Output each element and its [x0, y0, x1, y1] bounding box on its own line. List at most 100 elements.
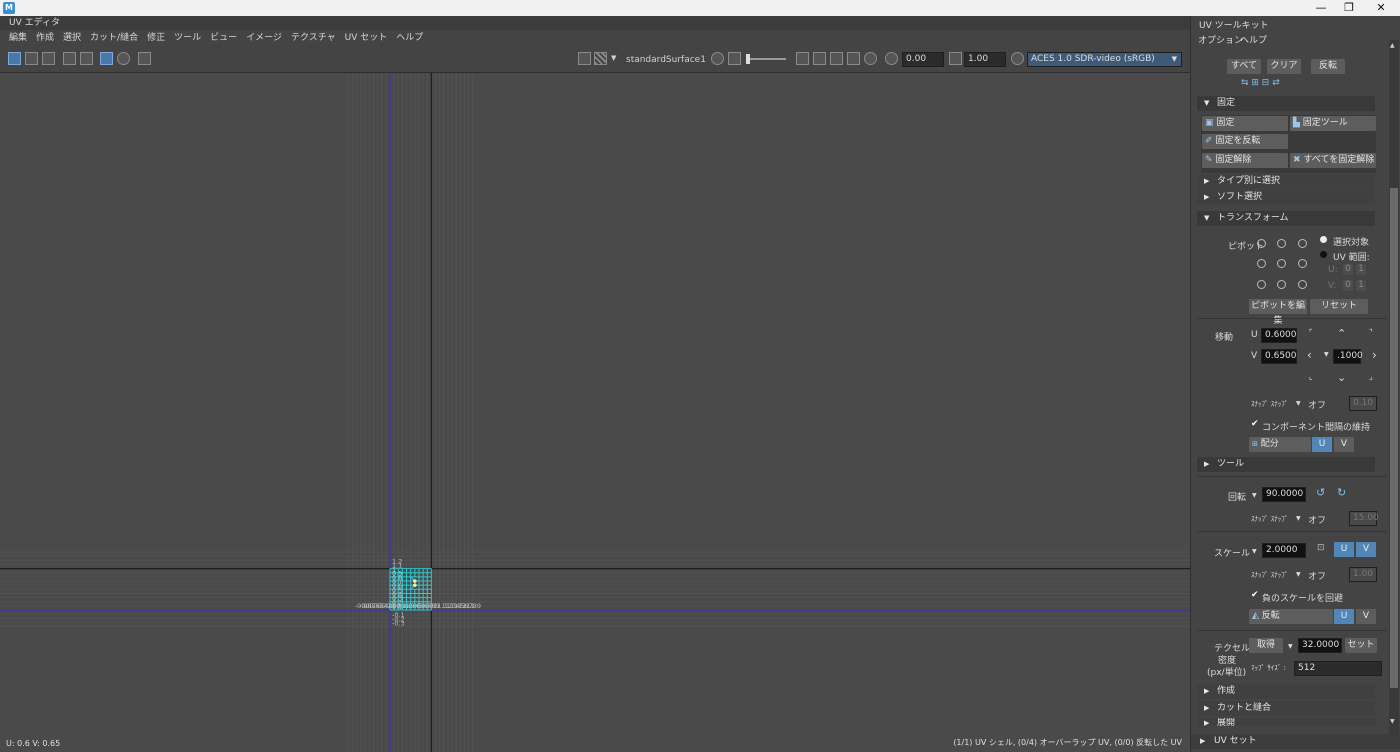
texture-borders-icon[interactable]	[80, 52, 93, 65]
display-pixels-icon[interactable]	[864, 52, 877, 65]
scale-snap-off[interactable]: オフ	[1308, 569, 1326, 582]
chevron-down-icon[interactable]: ▼	[611, 54, 616, 62]
menu-cut-sew[interactable]: カット/縫合	[90, 30, 138, 46]
move-down-left-icon[interactable]: ⌞	[1309, 372, 1313, 381]
section-pin[interactable]: ▼ 固定	[1197, 96, 1375, 111]
close-button[interactable]: ✕	[1366, 0, 1396, 16]
move-up-icon[interactable]: ⌃	[1337, 327, 1346, 340]
image-ratio-icon[interactable]	[813, 52, 826, 65]
texel-get-button[interactable]: 取得	[1249, 638, 1283, 653]
chevron-down-icon[interactable]: ▼	[1288, 643, 1293, 650]
uv-range-v1[interactable]: 1	[1356, 280, 1366, 291]
chevron-down-icon[interactable]: ▼	[1296, 571, 1301, 578]
color-management-icon[interactable]	[1011, 52, 1024, 65]
dim-image-icon[interactable]	[847, 52, 860, 65]
chevron-down-icon[interactable]: ▼	[1324, 351, 1329, 358]
menu-modify[interactable]: 修正	[147, 30, 165, 46]
select-clear-button[interactable]: クリア	[1267, 59, 1301, 74]
grow-shrink-icons[interactable]: ⇆ ⊞ ⊟ ⇄	[1241, 78, 1280, 88]
section-unfold[interactable]: ▶ 展開	[1197, 718, 1375, 726]
menu-edit[interactable]: 編集	[9, 30, 27, 46]
pivot-uv-range-radio[interactable]	[1320, 251, 1327, 258]
scale-field[interactable]: 2.0000	[1262, 543, 1306, 558]
scroll-down-icon[interactable]: ▼	[1390, 718, 1397, 726]
avoid-negative-scale-checkbox[interactable]: ✔	[1251, 591, 1260, 600]
chevron-down-icon[interactable]: ▼	[1296, 400, 1301, 407]
filter-icon[interactable]	[830, 52, 843, 65]
scale-v-button[interactable]: V	[1356, 542, 1376, 557]
move-u-field[interactable]: 0.6000	[1261, 328, 1297, 343]
move-down-icon[interactable]: ⌄	[1337, 371, 1346, 384]
pivot-radio-bc[interactable]	[1277, 280, 1286, 289]
menu-view[interactable]: ビュー	[210, 30, 237, 46]
uv-range-v0[interactable]: 0	[1343, 280, 1353, 291]
menu-help[interactable]: ヘルプ	[396, 30, 423, 46]
uv-vertex-mode-icon[interactable]	[25, 52, 38, 65]
section-transform[interactable]: ▼ トランスフォーム	[1197, 211, 1375, 226]
section-create[interactable]: ▶ 作成	[1197, 684, 1375, 699]
distribute-button[interactable]: ⊞ 配分	[1249, 437, 1311, 452]
uv-viewport[interactable]: -0.9 -0.8 -0.7 -0.6 -0.5 -0.4 -0.3 -0.2 -0.1 0 0.1…	[0, 73, 1190, 752]
menu-select[interactable]: 選択	[63, 30, 81, 46]
toolkit-menu-options[interactable]: オプション	[1198, 33, 1243, 46]
uv-grid-canvas[interactable]: -0.9-0.8-0.7-0.6-0.5-0.4-0.3-0.2-0.10 0.1…	[0, 73, 1190, 752]
chevron-down-icon[interactable]: ▼	[1296, 515, 1301, 522]
grid-display-icon[interactable]	[63, 52, 76, 65]
gamma-icon[interactable]	[949, 52, 962, 65]
rgb-channel-icon[interactable]	[711, 52, 724, 65]
move-down-right-icon[interactable]: ⌟	[1369, 372, 1373, 381]
uv-range-u0[interactable]: 0	[1343, 264, 1353, 275]
select-all-button[interactable]: すべて	[1227, 59, 1261, 74]
texel-set-button[interactable]: セット	[1345, 638, 1377, 653]
scale-uniform-icon[interactable]: ⊡	[1317, 543, 1325, 553]
pivot-selection-radio[interactable]	[1320, 236, 1327, 243]
pivot-radio-tr[interactable]	[1298, 239, 1307, 248]
brightness-slider[interactable]	[746, 58, 786, 60]
chevron-down-icon[interactable]: ▼	[1252, 548, 1257, 555]
scroll-up-icon[interactable]: ▲	[1390, 42, 1397, 50]
menu-uv-sets[interactable]: UV セット	[345, 30, 388, 46]
reset-pivot-button[interactable]: リセット	[1310, 299, 1368, 314]
section-cut-sew[interactable]: ▶ カットと縫合	[1197, 701, 1375, 716]
image-display-icon[interactable]	[578, 52, 591, 65]
selected-uv-vertex[interactable]	[413, 583, 417, 587]
distribute-v-button[interactable]: V	[1334, 437, 1354, 452]
selected-uv-vertex[interactable]	[413, 579, 417, 583]
move-step-field[interactable]: .1000	[1333, 349, 1363, 364]
map-size-field[interactable]: 512	[1294, 661, 1382, 676]
move-snap-value[interactable]: 0.10	[1349, 396, 1377, 411]
move-v-field[interactable]: 0.6500	[1261, 349, 1297, 364]
rotate-snap-value[interactable]: 15.00	[1349, 511, 1379, 526]
move-up-right-icon[interactable]: ⌝	[1369, 328, 1373, 337]
edit-pivot-button[interactable]: ピボットを編集	[1249, 299, 1307, 326]
keep-spacing-checkbox[interactable]: ✔	[1251, 420, 1260, 429]
gamma-field[interactable]: 1.00	[964, 52, 1006, 67]
maximize-button[interactable]: ❐	[1334, 0, 1364, 16]
texel-density-field[interactable]: 32.0000	[1298, 638, 1342, 653]
shaded-uv-icon[interactable]	[796, 52, 809, 65]
uv-edge-mode-icon[interactable]	[42, 52, 55, 65]
colorspace-select[interactable]: ACES 1.0 SDR-video (sRGB) ▼	[1027, 52, 1182, 67]
menu-image[interactable]: イメージ	[246, 30, 282, 46]
pivot-radio-tl[interactable]	[1257, 239, 1266, 248]
snapshot-icon[interactable]	[138, 52, 151, 65]
scale-snap-value[interactable]: 1.00	[1349, 567, 1377, 582]
flip-button[interactable]: ◭ 反転	[1249, 609, 1333, 624]
menu-tools[interactable]: ツール	[174, 30, 201, 46]
pivot-radio-mr[interactable]	[1298, 259, 1307, 268]
distribute-u-button[interactable]: U	[1312, 437, 1332, 452]
rotate-field[interactable]: 90.0000	[1262, 487, 1306, 502]
minimize-button[interactable]: —	[1306, 0, 1336, 16]
section-tools[interactable]: ▶ ツール	[1197, 457, 1375, 472]
pivot-radio-bl[interactable]	[1257, 280, 1266, 289]
section-uv-sets[interactable]: ▶ UV セット	[1191, 734, 1400, 749]
pin-tool-button[interactable]: ▙ 固定ツール	[1290, 116, 1376, 131]
alpha-channel-icon[interactable]	[728, 52, 741, 65]
checker-icon[interactable]	[594, 52, 607, 65]
toolkit-menu-help[interactable]: ヘルプ	[1240, 33, 1267, 46]
pin-button[interactable]: ▣ 固定	[1202, 116, 1288, 131]
unpin-button[interactable]: ✎ 固定解除	[1202, 153, 1288, 168]
pivot-radio-ml[interactable]	[1257, 259, 1266, 268]
chevron-down-icon[interactable]: ▼	[1252, 492, 1257, 499]
uv-range-u1[interactable]: 1	[1356, 264, 1366, 275]
